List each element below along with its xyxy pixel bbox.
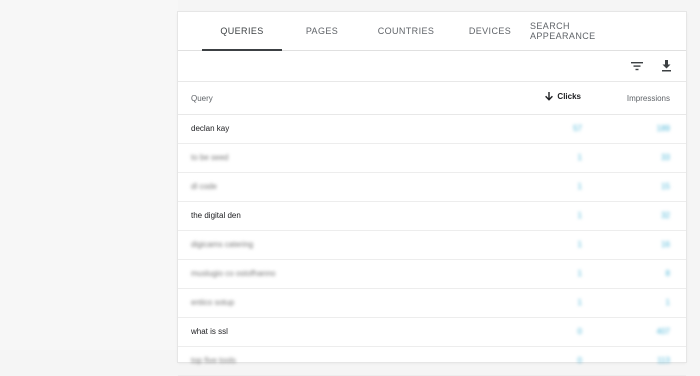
clicks-cell: 1 — [577, 269, 582, 278]
impressions-cell: 8 — [665, 269, 670, 278]
column-header-impressions[interactable]: Impressions — [627, 94, 670, 103]
download-icon[interactable] — [657, 57, 675, 75]
query-cell: muslugio co ostofhanno — [191, 269, 276, 278]
impressions-cell: 33 — [661, 153, 670, 162]
query-cell: declan kay — [191, 124, 230, 133]
table-row[interactable]: what is ssl 0 407 — [178, 318, 686, 347]
clicks-cell: 1 — [577, 182, 582, 191]
impressions-cell: 32 — [661, 211, 670, 220]
tab-devices[interactable]: DEVICES — [450, 12, 530, 50]
impressions-cell: 16 — [661, 240, 670, 249]
table-row[interactable]: the digital den 1 32 — [178, 202, 686, 231]
table-row[interactable]: entico sotup 1 1 — [178, 289, 686, 318]
tab-countries[interactable]: COUNTRIES — [362, 12, 450, 50]
clicks-cell: 1 — [577, 240, 582, 249]
query-cell: what is ssl — [191, 327, 228, 336]
query-cell: the digital den — [191, 211, 241, 220]
report-tabs: QUERIES PAGES COUNTRIES DEVICES SEARCH A… — [178, 12, 686, 51]
impressions-cell: 15 — [661, 182, 670, 191]
clicks-cell: 57 — [573, 124, 582, 133]
impressions-cell: 407 — [656, 327, 670, 336]
table-row[interactable]: declan kay 57 189 — [178, 115, 686, 144]
table-row[interactable]: top five tools 0 113 — [178, 347, 686, 376]
clicks-cell: 1 — [577, 153, 582, 162]
impressions-cell: 189 — [656, 124, 670, 133]
left-background — [0, 0, 178, 350]
arrow-down-icon — [545, 92, 554, 101]
table-row[interactable]: muslugio co ostofhanno 1 8 — [178, 260, 686, 289]
impressions-cell: 113 — [657, 356, 670, 365]
clicks-label: Clicks — [557, 92, 581, 101]
query-cell: to be seed — [191, 153, 229, 162]
tab-search-appearance[interactable]: SEARCH APPEARANCE — [530, 12, 634, 50]
query-cell: digicams catering — [191, 240, 254, 249]
filter-icon[interactable] — [628, 57, 646, 75]
table-row[interactable]: to be seed 1 33 — [178, 144, 686, 173]
clicks-cell: 1 — [577, 211, 582, 220]
clicks-cell: 1 — [577, 298, 582, 307]
column-header-query[interactable]: Query — [191, 94, 213, 103]
clicks-cell: 0 — [577, 327, 582, 336]
column-header-clicks[interactable]: Clicks — [545, 92, 581, 101]
query-cell: top five tools — [191, 356, 236, 365]
clicks-cell: 0 — [577, 356, 582, 365]
tab-pages[interactable]: PAGES — [282, 12, 362, 50]
table-row[interactable]: dl code 1 15 — [178, 173, 686, 202]
tab-queries[interactable]: QUERIES — [202, 12, 282, 51]
performance-table-card: QUERIES PAGES COUNTRIES DEVICES SEARCH A… — [178, 12, 686, 376]
table-header: Query Clicks Impressions — [178, 82, 686, 115]
table-row[interactable]: digicams catering 1 16 — [178, 231, 686, 260]
query-cell: entico sotup — [191, 298, 235, 307]
query-cell: dl code — [191, 182, 217, 191]
impressions-cell: 1 — [665, 298, 670, 307]
table-toolbar — [178, 51, 686, 82]
